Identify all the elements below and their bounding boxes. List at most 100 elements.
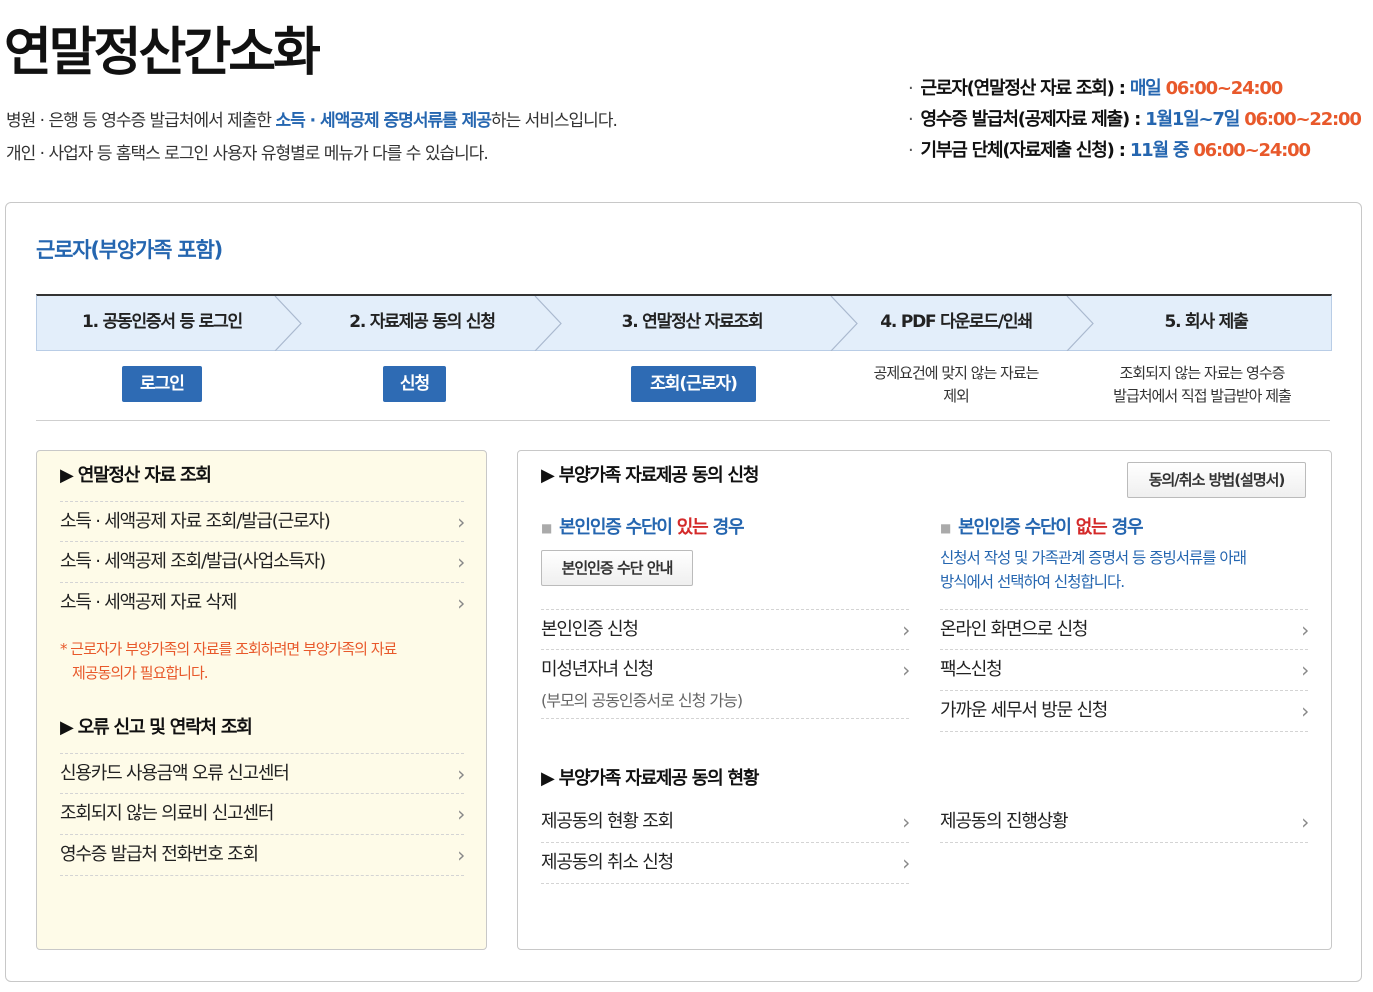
guide-button[interactable]: 동의/취소 방법(설명서): [1127, 462, 1306, 498]
item-label: 팩스신청: [940, 659, 1003, 680]
step-consent: 2. 자료제공 동의 신청: [349, 312, 496, 332]
has-auth-heading: ■ 본인인증 수단이 있는 경우: [541, 513, 745, 539]
list-item-fax[interactable]: 팩스신청 ›: [940, 650, 1309, 691]
heading-text-end: 경우: [1106, 517, 1144, 538]
chevron-right-icon: ›: [457, 591, 465, 615]
schedule-time: 06:00~24:00: [1165, 78, 1284, 99]
list-item-progress[interactable]: 제공동의 진행상황 ›: [940, 802, 1309, 843]
list-item-issuer-phone[interactable]: 영수증 발급처 전화번호 조회 ›: [60, 835, 465, 876]
pdf-note: 공제요건에 맞지 않는 자료는제외: [836, 362, 1076, 408]
chevron-right-icon: ›: [457, 762, 465, 786]
divider: [36, 420, 1330, 421]
note-line: 제외: [943, 387, 970, 405]
item-label: 제공동의 현황 조회: [541, 811, 674, 832]
step-query: 3. 연말정산 자료조회: [621, 312, 764, 332]
section-title-query: ▶ 연말정산 자료 조회: [60, 465, 212, 486]
section-title-status: ▶ 부양가족 자료제공 동의 현황: [541, 768, 759, 789]
list-item-status-query[interactable]: 제공동의 현황 조회 ›: [541, 802, 910, 843]
service-note: 개인 · 사업자 등 홈택스 로그인 사용자 유형별로 메뉴가 다를 수 있습니…: [6, 144, 489, 164]
chevron-right-icon: ›: [1301, 618, 1309, 642]
schedule-label: 기부금 단체(자료제출 신청) :: [920, 140, 1130, 161]
bullet-icon: ·: [908, 109, 914, 130]
auth-guide-button[interactable]: 본인인증 수단 안내: [541, 550, 693, 586]
section-title-error: ▶ 오류 신고 및 연락처 조회: [60, 717, 253, 738]
schedule-period: 매일: [1129, 78, 1166, 99]
desc-line: 신청서 작성 및 가족관계 증명서 등 증빙서류를 아래: [940, 549, 1247, 567]
panel-title: 근로자(부양가족 포함): [36, 238, 223, 262]
list-item-medical-report[interactable]: 조회되지 않는 의료비 신고센터 ›: [60, 794, 465, 835]
step-login: 1. 공동인증서 등 로그인: [81, 312, 243, 332]
bullet-icon: ·: [908, 78, 914, 99]
warning-line: * 근로자가 부양가족의 자료를 조회하려면 부양가족의 자료: [60, 640, 397, 658]
list-item-visit[interactable]: 가까운 세무서 방문 신청 ›: [940, 691, 1309, 732]
chevron-right-icon: ›: [902, 618, 910, 642]
note-line: 발급처에서 직접 발급받아 제출: [1113, 387, 1292, 405]
item-label: 소득 · 세액공제 자료 삭제: [60, 592, 237, 613]
item-label: 소득 · 세액공제 조회/발급(사업소득자): [60, 551, 326, 572]
process-steps: 1. 공동인증서 등 로그인 2. 자료제공 동의 신청 3. 연말정산 자료조…: [36, 294, 1332, 351]
item-label: 본인인증 신청: [541, 619, 639, 640]
step-submit: 5. 회사 제출: [1164, 312, 1248, 332]
submit-note: 조회되지 않는 자료는 영수증발급처에서 직접 발급받아 제출: [1082, 362, 1322, 408]
desc-text-end: 하는 서비스입니다.: [490, 111, 618, 131]
list-item-card-error[interactable]: 신용카드 사용금액 오류 신고센터 ›: [60, 753, 465, 794]
item-label: 제공동의 진행상황: [940, 811, 1069, 832]
schedule-worker: · 근로자(연말정산 자료 조회) : 매일 06:00~24:00: [908, 74, 1284, 100]
item-label: 가까운 세무서 방문 신청: [940, 700, 1108, 721]
square-bullet-icon: ■: [940, 521, 951, 535]
list-item-query-business[interactable]: 소득 · 세액공제 조회/발급(사업소득자) ›: [60, 542, 465, 583]
no-auth-heading: ■ 본인인증 수단이 없는 경우: [940, 513, 1144, 539]
section-title-consent: ▶ 부양가족 자료제공 동의 신청: [541, 465, 759, 486]
chevron-right-icon: ›: [457, 510, 465, 534]
heading-text: 본인인증 수단이: [958, 517, 1076, 538]
item-label: 제공동의 취소 신청: [541, 852, 674, 873]
schedule-time: 06:00~22:00: [1244, 109, 1362, 130]
list-item-self-auth[interactable]: 본인인증 신청 ›: [541, 609, 910, 650]
schedule-time: 06:00~24:00: [1193, 140, 1311, 161]
login-button[interactable]: 로그인: [122, 366, 202, 402]
list-item-cancel[interactable]: 제공동의 취소 신청 ›: [541, 843, 910, 884]
chevron-right-icon: ›: [457, 843, 465, 867]
schedule-donation: · 기부금 단체(자료제출 신청) : 11월 중 06:00~24:00: [908, 136, 1311, 162]
heading-text: 본인인증 수단이: [559, 517, 677, 538]
chevron-right-icon: ›: [1301, 699, 1309, 723]
no-auth-description: 신청서 작성 및 가족관계 증명서 등 증빙서류를 아래방식에서 선택하여 신청…: [940, 546, 1310, 594]
service-description: 병원 · 은행 등 영수증 발급처에서 제출한 소득 · 세액공제 증명서류를 …: [6, 106, 618, 131]
heading-text-end: 경우: [707, 517, 745, 538]
list-item-delete[interactable]: 소득 · 세액공제 자료 삭제 ›: [60, 583, 465, 624]
apply-button[interactable]: 신청: [383, 366, 446, 402]
page-title: 연말정산간소화: [4, 23, 321, 83]
schedule-label: 영수증 발급처(공제자료 제출) :: [920, 109, 1146, 130]
schedule-label: 근로자(연말정산 자료 조회) :: [920, 78, 1130, 99]
item-label: 소득 · 세액공제 자료 조회/발급(근로자): [60, 511, 331, 532]
item-label: 영수증 발급처 전화번호 조회: [60, 844, 259, 865]
list-item-query-worker[interactable]: 소득 · 세액공제 자료 조회/발급(근로자) ›: [60, 501, 465, 542]
heading-highlight: 있는: [676, 517, 709, 538]
chevron-right-icon: ›: [1301, 658, 1309, 682]
step-pdf: 4. PDF 다운로드/인쇄: [880, 312, 1033, 332]
chevron-right-icon: ›: [457, 802, 465, 826]
item-label: 조회되지 않는 의료비 신고센터: [60, 803, 274, 824]
desc-line: 방식에서 선택하여 신청합니다.: [940, 573, 1125, 591]
chevron-right-icon: ›: [902, 851, 910, 875]
chevron-right-icon: ›: [902, 810, 910, 834]
warning-line: 제공동의가 필요합니다.: [72, 664, 209, 682]
list-item-online[interactable]: 온라인 화면으로 신청 ›: [940, 609, 1309, 650]
heading-highlight: 없는: [1075, 517, 1108, 538]
schedule-period: 1월1일~7일: [1145, 109, 1245, 130]
note-line: 공제요건에 맞지 않는 자료는: [873, 364, 1040, 382]
item-label: 신용카드 사용금액 오류 신고센터: [60, 763, 290, 784]
dependent-warning: * 근로자가 부양가족의 자료를 조회하려면 부양가족의 자료제공동의가 필요합…: [60, 637, 460, 685]
schedule-issuer: · 영수증 발급처(공제자료 제출) : 1월1일~7일 06:00~22:00: [908, 105, 1362, 131]
bullet-icon: ·: [908, 140, 914, 161]
schedule-period: 11월 중: [1129, 140, 1194, 161]
item-label: 온라인 화면으로 신청: [940, 619, 1088, 640]
minor-sub-note: (부모의 공동인증서로 신청 가능): [541, 691, 743, 710]
chevron-right-icon: ›: [457, 550, 465, 574]
query-worker-button[interactable]: 조회(근로자): [631, 366, 756, 402]
note-line: 조회되지 않는 자료는 영수증: [1119, 364, 1286, 382]
step-chevron-icon: [534, 296, 562, 351]
chevron-right-icon: ›: [1301, 810, 1309, 834]
item-label: 미성년자녀 신청: [541, 659, 654, 680]
chevron-right-icon: ›: [902, 658, 910, 682]
